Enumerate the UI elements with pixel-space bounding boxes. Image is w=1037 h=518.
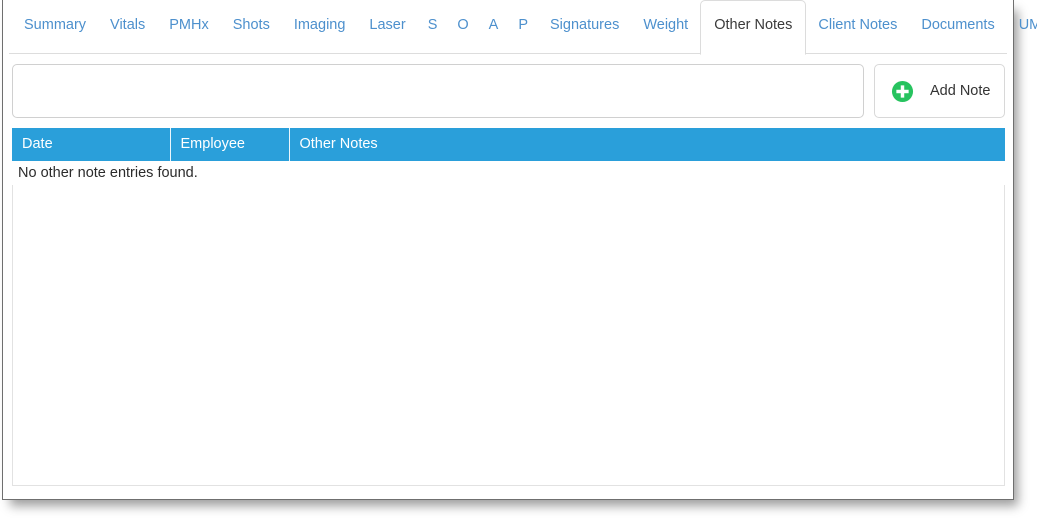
add-note-button[interactable]: Add Note (874, 64, 1005, 118)
tab-umr-forms[interactable]: UMR Forms (1007, 0, 1037, 54)
add-note-label: Add Note (930, 83, 991, 99)
tab-other-notes[interactable]: Other Notes (700, 0, 807, 55)
tab-s[interactable]: S (418, 0, 448, 54)
note-entry-toolbar: Add Note (9, 54, 1007, 118)
tab-a[interactable]: A (479, 0, 509, 54)
notes-table-body-area (12, 166, 1005, 486)
notes-table-header-row: Date Employee Other Notes (12, 128, 1005, 161)
empty-state-row: No other note entries found. (12, 161, 1005, 185)
tab-shots[interactable]: Shots (221, 0, 282, 54)
note-input[interactable] (12, 64, 864, 118)
tab-client-notes[interactable]: Client Notes (806, 0, 909, 54)
application-window: Summary Vitals PMHx Shots Imaging Laser S O A P Si… (2, 0, 1037, 500)
tab-weight[interactable]: Weight (631, 0, 700, 54)
tab-o[interactable]: O (447, 0, 478, 54)
tab-bar: Summary Vitals PMHx Shots Imaging Laser S O A P Si… (3, 0, 1037, 55)
tab-signatures[interactable]: Signatures (538, 0, 631, 54)
tab-vitals[interactable]: Vitals (98, 0, 157, 54)
notes-table: Date Employee Other Notes No other note en… (12, 128, 1005, 185)
column-header[interactable]: Employee (170, 128, 290, 161)
tab-summary[interactable]: Summary (12, 0, 98, 54)
column-header[interactable]: Date (12, 128, 171, 161)
tab-documents[interactable]: Documents (909, 0, 1006, 54)
tab-pmhx[interactable]: PMHx (157, 0, 220, 54)
plus-circle-icon (891, 80, 914, 103)
empty-state-message: No other note entries found. (12, 161, 1005, 185)
notes-table-body: No other note entries found. (12, 161, 1005, 185)
tab-laser[interactable]: Laser (357, 0, 417, 54)
other-notes-panel: Add Note Date Employee Other Notes No othe… (9, 54, 1007, 492)
tab-p[interactable]: P (508, 0, 538, 54)
column-header[interactable]: Other Notes (289, 128, 1005, 161)
tab-imaging[interactable]: Imaging (282, 0, 358, 54)
